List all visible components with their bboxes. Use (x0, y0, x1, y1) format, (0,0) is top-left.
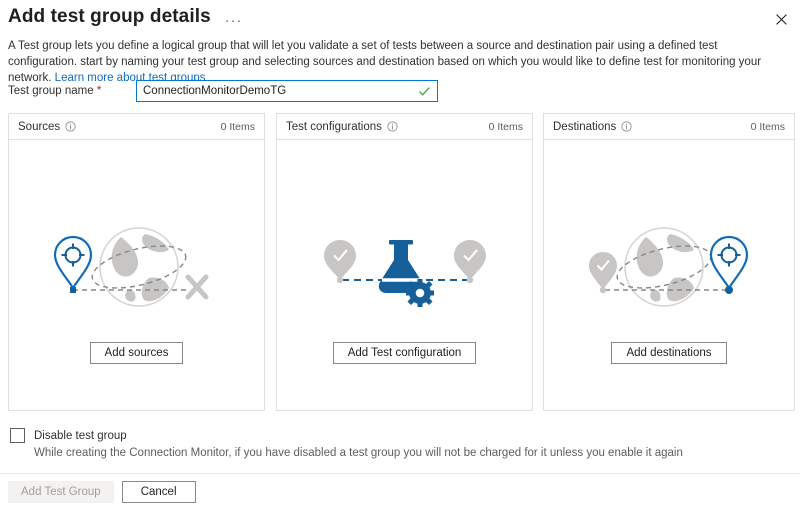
test-group-name-input[interactable] (137, 81, 437, 101)
panel-header: Add test group details ··· (8, 4, 242, 30)
footer-divider (0, 473, 800, 474)
add-test-configuration-button[interactable]: Add Test configuration (333, 342, 477, 364)
destinations-card-header: Destinations 0 Items (544, 114, 794, 140)
disable-test-group-checkbox[interactable] (10, 428, 25, 443)
globe-pin-illustration (579, 220, 759, 320)
test-group-name-row: Test group name * (8, 80, 438, 102)
test-configurations-card-title: Test configurations (286, 121, 382, 133)
close-icon (776, 14, 787, 25)
sources-card-title: Sources (18, 121, 60, 133)
disable-test-group-help-text: While creating the Connection Monitor, i… (34, 447, 683, 459)
add-test-group-panel: Add test group details ··· A Test group … (0, 0, 800, 505)
cancel-button[interactable]: Cancel (122, 481, 196, 503)
test-configurations-item-count: 0 Items (489, 121, 523, 133)
destinations-card-title: Destinations (553, 121, 616, 133)
test-configurations-card: Test configurations 0 Items (276, 113, 533, 411)
add-test-group-button[interactable]: Add Test Group (8, 481, 114, 503)
close-button[interactable] (768, 6, 794, 32)
info-icon[interactable] (621, 121, 632, 132)
disable-test-group-row[interactable]: Disable test group (10, 428, 683, 443)
info-icon[interactable] (387, 121, 398, 132)
green-check-icon (418, 85, 431, 103)
sources-card: Sources 0 Items (8, 113, 265, 411)
pin-globe-x-illustration (49, 220, 224, 320)
label-text: Test group name (8, 85, 94, 97)
footer-actions: Add Test Group Cancel (8, 481, 196, 503)
test-group-name-field[interactable] (136, 80, 438, 102)
disable-test-group-block: Disable test group While creating the Co… (10, 428, 683, 459)
destinations-card: Destinations 0 Items (543, 113, 795, 411)
cards-container: Sources 0 Items (8, 113, 795, 411)
test-group-name-label: Test group name * (8, 85, 136, 97)
test-configurations-card-header: Test configurations 0 Items (277, 114, 532, 140)
info-icon[interactable] (65, 121, 76, 132)
disable-test-group-label[interactable]: Disable test group (34, 430, 127, 442)
add-destinations-button[interactable]: Add destinations (611, 342, 726, 364)
sources-card-body: Add sources (9, 140, 264, 410)
add-sources-button[interactable]: Add sources (90, 342, 184, 364)
panel-description: A Test group lets you define a logical g… (8, 38, 788, 86)
sources-card-header: Sources 0 Items (9, 114, 264, 140)
required-asterisk: * (97, 85, 101, 97)
destinations-card-body: Add destinations (544, 140, 794, 410)
test-configurations-card-body: Add Test configuration (277, 140, 532, 410)
more-options-button[interactable]: ··· (225, 15, 243, 25)
page-title: Add test group details (8, 4, 211, 30)
destinations-item-count: 0 Items (751, 121, 785, 133)
flask-gear-illustration (320, 220, 490, 320)
sources-item-count: 0 Items (221, 121, 255, 133)
